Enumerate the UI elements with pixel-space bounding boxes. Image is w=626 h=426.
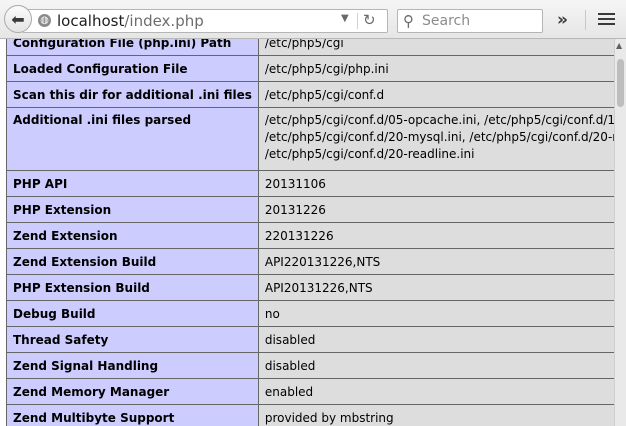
row-value: /etc/php5/cgi/conf.d [257, 81, 614, 108]
row-value: enabled [257, 378, 614, 405]
url-path: /index.php [124, 12, 204, 30]
row-value: disabled [257, 326, 614, 353]
row-value: /etc/php5/cgi/php.ini [257, 55, 614, 82]
row-value: 20131226 [257, 196, 614, 223]
table-row: Zend Multibyte Support provided by mbstri… [6, 404, 614, 426]
phpinfo-table: Configuration File (php.ini) Path/etc/ph… [6, 39, 614, 426]
url-bar[interactable]: ◍ localhost/index.php ▼ ↻ [22, 9, 388, 33]
toolbar-divider [585, 10, 586, 30]
table-row: Scan this dir for additional .ini files /… [6, 81, 614, 108]
search-icon: ⚲ [403, 12, 414, 30]
scroll-up-arrow-icon[interactable]: ▲ [616, 41, 622, 50]
row-key: PHP API [6, 170, 259, 197]
row-key: Additional .ini files parsed [6, 107, 259, 171]
vertical-scrollbar[interactable]: ▲ [614, 39, 626, 426]
row-key: Thread Safety [6, 326, 259, 353]
globe-icon[interactable]: ◍ [38, 14, 51, 27]
row-value: 220131226 [257, 222, 614, 249]
table-row: Zend Extension 220131226 [6, 222, 614, 249]
row-value: API20131226,NTS [257, 274, 614, 301]
row-key: Zend Extension Build [6, 248, 259, 275]
table-row: PHP Extension Build API20131226,NTS [6, 274, 614, 301]
table-row: PHP Extension 20131226 [6, 196, 614, 223]
row-key: PHP Extension Build [6, 274, 259, 301]
row-key: Loaded Configuration File [6, 55, 259, 82]
hamburger-menu-icon[interactable] [598, 13, 615, 27]
table-row: Debug Build no [6, 300, 614, 327]
value-line: /etc/php5/cgi/conf.d/05-opcache.ini, /et… [264, 113, 614, 127]
table-row: Loaded Configuration File/etc/php5/cgi/p… [6, 55, 614, 82]
scroll-thumb[interactable] [617, 59, 624, 107]
url-host: localhost [57, 12, 125, 30]
row-key: Zend Signal Handling [6, 352, 259, 379]
browser-toolbar: ◍ localhost/index.php ▼ ↻ ⬅ ⚲ Search » [0, 0, 626, 39]
row-key: Configuration File (php.ini) Path [6, 39, 259, 56]
url-text[interactable]: localhost/index.php [57, 12, 204, 30]
search-bar[interactable]: ⚲ Search [397, 9, 543, 33]
row-value: API220131226,NTS [257, 248, 614, 275]
table-row: Zend Signal Handling disabled [6, 352, 614, 379]
table-row: PHP API 20131106 [6, 170, 614, 197]
back-button[interactable]: ⬅ [4, 5, 32, 33]
row-key: PHP Extension [6, 196, 259, 223]
row-key: Debug Build [6, 300, 259, 327]
row-key: Zend Multibyte Support [6, 404, 259, 426]
value-line: /etc/php5/cgi/conf.d/20-readline.ini [264, 147, 475, 161]
value-line: /etc/php5/cgi/conf.d/20-mysql.ini, /etc/… [264, 130, 614, 144]
table-row: Additional .ini files parsed/etc/php5/cg… [6, 107, 614, 171]
row-value: /etc/php5/cgi/conf.d/05-opcache.ini, /et… [257, 107, 614, 171]
row-value: provided by mbstring [257, 404, 614, 426]
search-placeholder: Search [422, 13, 471, 29]
row-value: no [257, 300, 614, 327]
back-arrow-icon: ⬅ [11, 9, 25, 29]
table-row: Zend Memory Manager enabled [6, 378, 614, 405]
chevron-down-icon[interactable]: ▼ [341, 13, 349, 24]
page-viewport: Configuration File (php.ini) Path/etc/ph… [0, 39, 614, 426]
row-value: /etc/php5/cgi [257, 39, 614, 56]
row-key: Zend Extension [6, 222, 259, 249]
table-row: Thread Safety disabled [6, 326, 614, 353]
row-key: Zend Memory Manager [6, 378, 259, 405]
row-value: 20131106 [257, 170, 614, 197]
url-bar-divider [357, 13, 358, 29]
table-row: Configuration File (php.ini) Path/etc/ph… [6, 39, 614, 56]
row-value: disabled [257, 352, 614, 379]
row-key: Scan this dir for additional .ini files [6, 81, 259, 108]
reload-icon[interactable]: ↻ [363, 11, 376, 29]
table-row: Zend Extension Build API220131226,NTS [6, 248, 614, 275]
double-chevron-icon[interactable]: » [557, 10, 568, 30]
